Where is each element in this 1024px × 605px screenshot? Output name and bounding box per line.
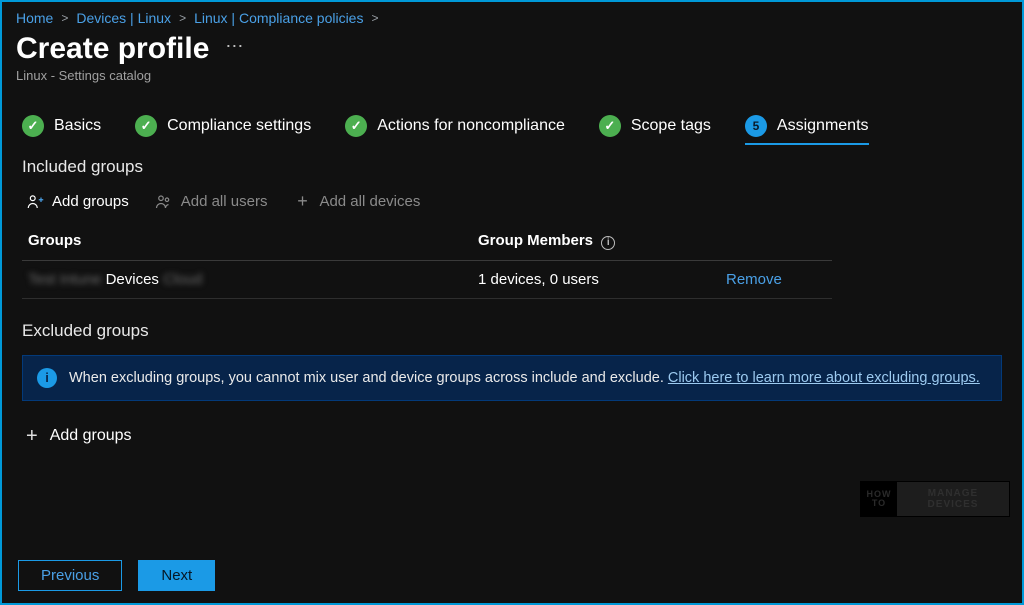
add-all-users-label: Add all users bbox=[181, 193, 268, 210]
person-plus-icon bbox=[26, 193, 44, 211]
banner-learn-more-link[interactable]: Click here to learn more about excluding… bbox=[668, 370, 980, 386]
page-subtitle: Linux - Settings catalog bbox=[16, 68, 1008, 83]
step-label: Actions for noncompliance bbox=[377, 117, 565, 135]
previous-button[interactable]: Previous bbox=[18, 560, 122, 591]
breadcrumb-devices[interactable]: Devices | Linux bbox=[76, 10, 171, 26]
included-toolbar: Add groups Add all users + Add all devic… bbox=[2, 177, 1022, 222]
info-banner: i When excluding groups, you cannot mix … bbox=[22, 355, 1002, 401]
add-all-devices-button[interactable]: + Add all devices bbox=[293, 191, 420, 212]
breadcrumb-policies[interactable]: Linux | Compliance policies bbox=[194, 10, 363, 26]
check-icon: ✓ bbox=[599, 115, 621, 137]
table-row: Test Intune Devices Cloud 1 devices, 0 u… bbox=[22, 261, 832, 299]
included-groups-title: Included groups bbox=[22, 157, 1002, 177]
group-members-cell: 1 devices, 0 users bbox=[478, 271, 726, 288]
step-compliance-settings[interactable]: ✓ Compliance settings bbox=[135, 115, 311, 137]
step-actions-noncompliance[interactable]: ✓ Actions for noncompliance bbox=[345, 115, 565, 137]
step-label: Assignments bbox=[777, 117, 869, 135]
step-label: Scope tags bbox=[631, 117, 711, 135]
more-actions-icon[interactable]: ⋯ bbox=[225, 36, 245, 57]
excluded-add-groups-label: Add groups bbox=[50, 427, 132, 445]
add-groups-button[interactable]: Add groups bbox=[26, 193, 129, 211]
watermark-logo: HOW TO MANAGE DEVICES bbox=[860, 481, 1010, 517]
step-scope-tags[interactable]: ✓ Scope tags bbox=[599, 115, 711, 137]
next-button[interactable]: Next bbox=[138, 560, 215, 591]
included-groups-section: Included groups bbox=[2, 145, 1022, 177]
check-icon: ✓ bbox=[345, 115, 367, 137]
check-icon: ✓ bbox=[135, 115, 157, 137]
title-block: Create profile ⋯ Linux - Settings catalo… bbox=[2, 28, 1022, 93]
breadcrumb: Home > Devices | Linux > Linux | Complia… bbox=[2, 2, 1022, 28]
wizard-steps: ✓ Basics ✓ Compliance settings ✓ Actions… bbox=[2, 93, 1022, 145]
plus-icon: + bbox=[293, 191, 311, 212]
step-label: Compliance settings bbox=[167, 117, 311, 135]
col-groups-header: Groups bbox=[28, 232, 478, 250]
info-icon[interactable]: i bbox=[601, 236, 615, 250]
chevron-right-icon: > bbox=[371, 11, 378, 25]
chevron-right-icon: > bbox=[179, 11, 186, 25]
remove-link[interactable]: Remove bbox=[726, 271, 782, 288]
info-icon: i bbox=[37, 368, 57, 388]
col-members-header: Group Members i bbox=[478, 232, 726, 250]
step-assignments[interactable]: 5 Assignments bbox=[745, 115, 869, 145]
excluded-groups-title: Excluded groups bbox=[22, 321, 1002, 341]
page-title: Create profile bbox=[16, 32, 209, 66]
add-all-devices-label: Add all devices bbox=[319, 193, 420, 210]
table-header: Groups Group Members i bbox=[22, 222, 832, 261]
banner-text: When excluding groups, you cannot mix us… bbox=[69, 370, 980, 386]
add-all-users-button[interactable]: Add all users bbox=[155, 193, 268, 211]
add-groups-label: Add groups bbox=[52, 193, 129, 210]
step-label: Basics bbox=[54, 117, 101, 135]
excluded-add-groups-button[interactable]: + Add groups bbox=[2, 401, 1022, 448]
chevron-right-icon: > bbox=[61, 11, 68, 25]
breadcrumb-home[interactable]: Home bbox=[16, 10, 53, 26]
group-name-cell: Test Intune Devices Cloud bbox=[28, 271, 478, 288]
included-groups-table: Groups Group Members i Test Intune Devic… bbox=[22, 222, 832, 299]
excluded-groups-section: Excluded groups bbox=[2, 299, 1022, 341]
wizard-footer: Previous Next bbox=[18, 560, 215, 591]
plus-icon: + bbox=[26, 425, 38, 448]
check-icon: ✓ bbox=[22, 115, 44, 137]
people-icon bbox=[155, 193, 173, 211]
step-basics[interactable]: ✓ Basics bbox=[22, 115, 101, 137]
step-number-icon: 5 bbox=[745, 115, 767, 137]
